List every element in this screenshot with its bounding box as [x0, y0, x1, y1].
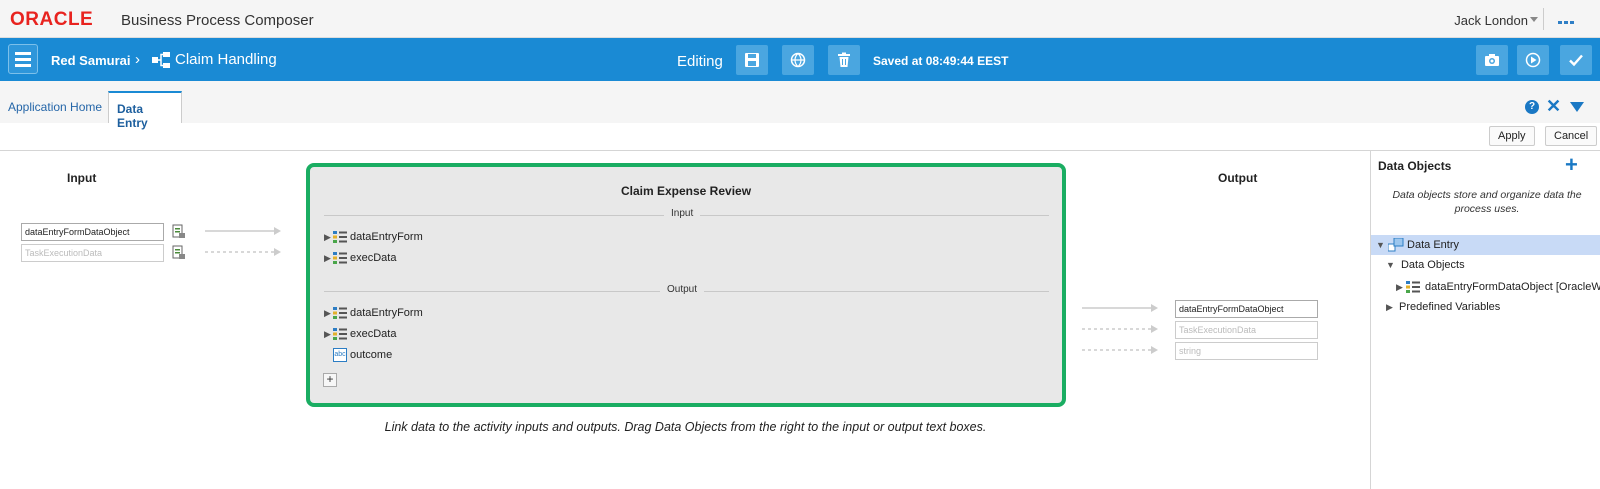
process-icon	[152, 52, 170, 68]
input-divider: Input	[324, 208, 1049, 219]
more-icon[interactable]	[1558, 13, 1578, 27]
camera-icon	[1485, 54, 1499, 66]
output-field-form[interactable]: dataEntryFormDataObject	[1175, 300, 1318, 318]
oracle-logo: ORACLE	[10, 9, 94, 30]
link-arrow	[1082, 304, 1158, 312]
output-field-exec[interactable]: TaskExecutionData	[1175, 321, 1318, 339]
publish-button[interactable]	[782, 45, 814, 75]
add-output-button[interactable]: +	[323, 373, 337, 387]
product-name: Business Process Composer	[121, 12, 314, 29]
input-field-exec[interactable]: TaskExecutionData	[21, 244, 164, 262]
globe-icon	[790, 52, 806, 68]
tree-node-label: dataEntryFormDataObject [OracleW	[1425, 280, 1600, 293]
output-item-label: execData	[350, 328, 397, 340]
activity-input-item[interactable]: ▶ dataEntryForm	[324, 230, 423, 246]
data-object-icon	[333, 230, 347, 244]
output-field-outcome[interactable]: string	[1175, 342, 1318, 360]
output-item-label: outcome	[350, 349, 393, 361]
activity-output-label: Output	[660, 284, 705, 295]
checkmark-icon	[1569, 54, 1583, 67]
expand-icon[interactable]: ▶	[1396, 282, 1403, 292]
collapse-icon[interactable]	[1570, 102, 1584, 112]
expand-icon[interactable]: ▶	[324, 308, 333, 319]
activity-output-item[interactable]: abc outcome	[324, 348, 392, 364]
activity-title: Claim Expense Review	[620, 184, 752, 198]
link-arrow-dashed	[205, 248, 281, 256]
close-icon[interactable]: ✕	[1546, 97, 1561, 115]
tab-bar: Application Home Data Entry	[0, 81, 1600, 130]
output-divider: Output	[324, 284, 1049, 295]
save-icon	[745, 53, 759, 67]
apply-button[interactable]: Apply	[1489, 126, 1535, 146]
tree-node-label: Data Objects	[1400, 259, 1465, 271]
panel-title: Data Objects	[1378, 159, 1452, 173]
tree-node-label: Predefined Variables	[1398, 301, 1501, 313]
chevron-down-icon[interactable]	[1530, 17, 1538, 22]
action-bar: Apply Cancel	[0, 123, 1600, 151]
instruction-text: Link data to the activity inputs and out…	[384, 420, 987, 434]
data-objects-panel: Data Objects + Data objects store and or…	[1370, 151, 1600, 489]
delete-button[interactable]	[828, 45, 860, 75]
tab-data-entry[interactable]: Data Entry	[108, 91, 182, 130]
add-data-object-icon[interactable]: +	[1565, 152, 1578, 178]
link-arrow	[205, 227, 281, 235]
saved-status: Saved at 08:49:44 EEST	[873, 54, 1009, 68]
activity-input-label: Input	[664, 208, 701, 219]
input-field-form[interactable]: dataEntryFormDataObject	[21, 223, 164, 241]
activity-icon	[1387, 237, 1404, 252]
breadcrumb-space[interactable]: Red Samurai	[51, 53, 130, 68]
expand-icon[interactable]: ▶	[324, 232, 333, 243]
divider	[1543, 8, 1544, 30]
snapshot-button[interactable]	[1476, 45, 1508, 75]
cancel-button[interactable]: Cancel	[1545, 126, 1598, 146]
help-icon[interactable]: ?	[1525, 100, 1539, 114]
panel-description: Data objects store and organize data the…	[1392, 189, 1582, 215]
link-arrow-dashed	[1082, 346, 1158, 354]
activity-output-item[interactable]: ▶ dataEntryForm	[324, 306, 423, 322]
mapping-icon[interactable]	[172, 224, 186, 239]
tree-node-predefined-variables[interactable]: ▶ Predefined Variables	[1371, 298, 1600, 318]
input-item-label: execData	[350, 252, 397, 264]
play-icon	[1525, 52, 1541, 68]
string-icon: abc	[333, 348, 347, 362]
activity-panel: Claim Expense Review Input ▶ dataEntryFor…	[306, 163, 1066, 407]
tree-node-label: Data Entry	[1407, 238, 1460, 251]
expand-icon[interactable]: ▶	[324, 329, 333, 340]
tree-node-data-entry[interactable]: ▼ Data Entry	[1371, 235, 1600, 255]
run-button[interactable]	[1517, 45, 1549, 75]
process-name[interactable]: Claim Handling	[175, 51, 277, 68]
activity-output-item[interactable]: ▶ execData	[324, 327, 396, 343]
activity-input-item[interactable]: ▶ execData	[324, 251, 396, 267]
tree-node-data-objects[interactable]: ▼ Data Objects	[1371, 256, 1600, 276]
mapping-icon[interactable]	[172, 245, 186, 260]
input-heading: Input	[67, 171, 97, 185]
user-menu[interactable]: Jack London	[1454, 13, 1528, 28]
data-object-icon	[333, 327, 347, 341]
data-object-icon	[1405, 281, 1420, 293]
data-object-icon	[333, 306, 347, 320]
expand-icon[interactable]: ▶	[324, 253, 333, 264]
data-object-icon	[333, 251, 347, 265]
validate-button[interactable]	[1560, 45, 1592, 75]
collapse-icon[interactable]: ▼	[1376, 240, 1385, 250]
breadcrumb-separator: ›	[135, 51, 140, 68]
expand-icon[interactable]: ▶	[1386, 302, 1393, 312]
app-header: ORACLE Business Process Composer Jack Lo…	[0, 0, 1600, 38]
collapse-icon[interactable]: ▼	[1386, 260, 1395, 270]
output-item-label: dataEntryForm	[350, 307, 423, 319]
tab-application-home[interactable]: Application Home	[0, 91, 110, 123]
link-arrow-dashed	[1082, 325, 1158, 333]
save-button[interactable]	[736, 45, 768, 75]
output-heading: Output	[1218, 171, 1258, 185]
trash-icon	[838, 52, 850, 67]
mode-label: Editing	[677, 53, 723, 70]
process-toolbar: Red Samurai › Claim Handling Editing Sav…	[0, 38, 1600, 81]
tree-node-data-object[interactable]: ▶ dataEntryFormDataObject [OracleW	[1371, 277, 1600, 297]
menu-icon[interactable]	[8, 44, 38, 74]
input-item-label: dataEntryForm	[350, 231, 423, 243]
